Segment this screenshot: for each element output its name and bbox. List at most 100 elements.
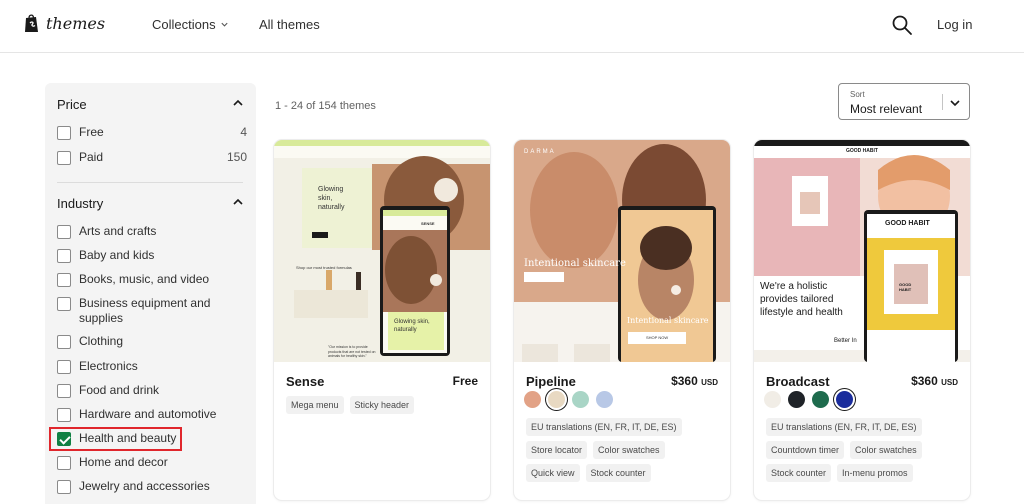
preview-hero-line: tailored <box>800 294 834 305</box>
industry-option-books[interactable]: Books, music, and video <box>57 272 247 287</box>
preview-section-text: Shop our most trusted formulas <box>296 265 352 270</box>
industry-option-baby[interactable]: Baby and kids <box>57 248 247 263</box>
color-swatch-selected[interactable] <box>548 391 565 408</box>
checkbox[interactable] <box>57 384 71 398</box>
theme-name[interactable]: Broadcast <box>766 374 830 389</box>
preview-brand: DARMA <box>524 149 556 155</box>
checkbox[interactable] <box>57 249 71 263</box>
feature-tags: EU translations (EN, FR, IT, DE, ES) <box>766 418 922 436</box>
price-option-free[interactable]: Free 4 <box>57 125 247 140</box>
facet-divider <box>57 182 243 183</box>
preview-cta: SHOP NOW <box>646 335 669 340</box>
industry-option-label: Books, music, and video <box>79 272 210 286</box>
theme-name[interactable]: Sense <box>286 374 324 389</box>
theme-price-value: $360 <box>911 374 938 388</box>
sort-value: Most relevant <box>850 102 923 116</box>
color-swatch[interactable] <box>788 391 805 408</box>
color-swatches <box>764 391 853 408</box>
feature-tags: Mega menu Sticky header <box>286 396 415 414</box>
feature-tags: EU translations (EN, FR, IT, DE, ES) <box>526 418 682 436</box>
industry-option-hardware[interactable]: Hardware and automotive <box>57 407 247 422</box>
shopify-themes-logo[interactable]: themes <box>24 13 105 33</box>
theme-card-sense[interactable]: Glowing skin, naturally Shop our most tr… <box>274 140 490 500</box>
search-icon[interactable] <box>891 14 913 36</box>
feature-tag: Stock counter <box>585 464 651 482</box>
theme-preview-image[interactable]: Glowing skin, naturally Shop our most tr… <box>274 140 490 362</box>
pipeline-preview-illustration <box>514 140 730 362</box>
top-header: themes Collections All themes Log in <box>0 0 1024 53</box>
color-swatch[interactable] <box>764 391 781 408</box>
industry-option-label: Clothing <box>79 334 124 348</box>
feature-tag: Sticky header <box>349 396 415 414</box>
industry-option-home[interactable]: Home and decor <box>57 455 247 470</box>
industry-option-label: Hardware and automotive <box>79 407 217 421</box>
preview-brand: GOOD HABIT <box>846 148 878 154</box>
chevron-up-icon[interactable] <box>232 196 244 208</box>
theme-price-value: Free <box>452 374 478 388</box>
broadcast-preview-illustration <box>754 140 970 362</box>
theme-card-pipeline[interactable]: DARMA Intentional skincare Intentional s… <box>514 140 730 500</box>
preview-hero-line: We're a holistic <box>760 281 828 292</box>
checkbox[interactable] <box>57 273 71 287</box>
checkbox[interactable] <box>57 456 71 470</box>
price-option-paid[interactable]: Paid 150 <box>57 150 247 165</box>
checkbox[interactable] <box>57 297 71 311</box>
theme-preview-image[interactable]: GOOD HABIT GOOD HABIT GOOD HABIT We're a… <box>754 140 970 362</box>
price-facet-heading[interactable]: Price <box>57 97 87 112</box>
price-option-count: 4 <box>240 125 247 139</box>
checkbox[interactable] <box>57 126 71 140</box>
industry-option-jewelry[interactable]: Jewelry and accessories <box>57 479 247 494</box>
feature-tag: Store locator <box>526 441 588 459</box>
preview-hero-text: Glowing skin, naturally <box>318 186 345 211</box>
feature-tag: Color swatches <box>593 441 665 459</box>
preview-hero-line: lifestyle and health <box>760 307 843 318</box>
industry-option-business[interactable]: Business equipment and supplies <box>57 296 247 326</box>
industry-option-label: Jewelry and accessories <box>79 479 210 493</box>
industry-option-food[interactable]: Food and drink <box>57 383 247 398</box>
shopify-bag-icon <box>25 14 38 32</box>
sort-label: Sort <box>850 90 865 99</box>
color-swatch[interactable] <box>812 391 829 408</box>
checkbox[interactable] <box>57 151 71 165</box>
preview-mission-text: "Our mission is to provide products that… <box>328 345 376 358</box>
checkbox[interactable] <box>57 225 71 239</box>
checkbox[interactable] <box>57 360 71 374</box>
checkbox[interactable] <box>57 335 71 349</box>
results-count: 1 - 24 of 154 themes <box>275 100 376 112</box>
nav-collections[interactable]: Collections <box>152 17 229 32</box>
theme-card-broadcast[interactable]: GOOD HABIT GOOD HABIT GOOD HABIT We're a… <box>754 140 970 500</box>
industry-option-electronics[interactable]: Electronics <box>57 359 247 374</box>
theme-preview-image[interactable]: DARMA Intentional skincare Intentional s… <box>514 140 730 362</box>
industry-option-clothing[interactable]: Clothing <box>57 334 247 349</box>
sort-select[interactable]: Sort Most relevant <box>838 83 970 120</box>
preview-better-text: Better In <box>834 338 857 344</box>
chevron-down-icon <box>950 100 960 107</box>
preview-mobile-brand: GOOD HABIT <box>885 220 930 227</box>
industry-facet-heading[interactable]: Industry <box>57 196 103 211</box>
color-swatch-selected[interactable] <box>836 391 853 408</box>
color-swatch[interactable] <box>524 391 541 408</box>
chevron-up-icon[interactable] <box>232 97 244 109</box>
checkbox[interactable] <box>57 480 71 494</box>
color-swatch[interactable] <box>596 391 613 408</box>
feature-tag: Mega menu <box>286 396 344 414</box>
chevron-down-icon <box>221 22 228 27</box>
nav-all-themes-label: All themes <box>259 17 320 32</box>
industry-option-label: Business equipment and supplies <box>79 296 211 325</box>
color-swatch[interactable] <box>572 391 589 408</box>
nav-all-themes[interactable]: All themes <box>259 17 320 32</box>
theme-price-currency: USD <box>701 378 718 387</box>
nav-collections-label: Collections <box>152 17 216 32</box>
theme-price: $360 USD <box>911 374 958 388</box>
feature-tag: EU translations (EN, FR, IT, DE, ES) <box>766 418 922 436</box>
industry-option-arts[interactable]: Arts and crafts <box>57 224 247 239</box>
login-link[interactable]: Log in <box>937 17 972 32</box>
feature-tags: Store locator Color swatches <box>526 441 665 459</box>
preview-mobile-text: Intentional skincare <box>627 316 709 325</box>
preview-mobile-text: Glowing skin, naturally <box>394 319 430 333</box>
feature-tag: Quick view <box>526 464 580 482</box>
industry-option-label: Home and decor <box>79 455 168 469</box>
theme-price-value: $360 <box>671 374 698 388</box>
checkbox[interactable] <box>57 408 71 422</box>
theme-name[interactable]: Pipeline <box>526 374 576 389</box>
